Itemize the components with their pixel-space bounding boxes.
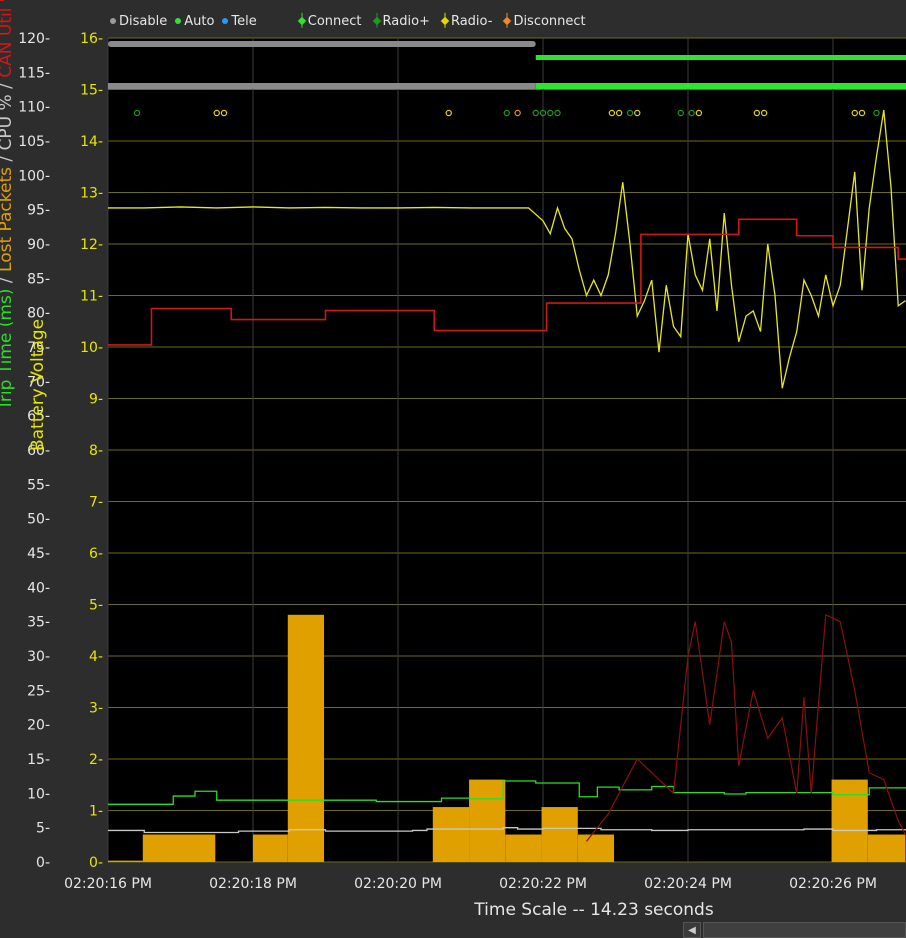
lost-packets-bar [287, 614, 325, 862]
y-right-tick-label: 4- [89, 649, 103, 665]
y-axis-left-title-segment: Lost Packets [0, 166, 16, 272]
connect-bar [535, 55, 906, 60]
x-tick-label: 02:20:26 PM [789, 876, 877, 892]
legend-auto[interactable]: Auto [175, 14, 214, 29]
y-left-tick-label: 20- [27, 718, 50, 734]
y-left-tick-label: 10- [27, 786, 50, 802]
y-axis-battery-title: Battery Voltage [28, 318, 48, 452]
y-left-tick-label: 110- [18, 100, 50, 116]
lost-packets-bar [469, 779, 506, 862]
disable-mode-bar [108, 83, 536, 89]
y-axis-left-title-segment: / [0, 272, 16, 289]
y-right-tick-label: 0- [89, 855, 103, 871]
enabled-mode-bar [535, 83, 906, 89]
tele-dot-icon [222, 18, 229, 24]
y-right-tick-label: 16- [80, 31, 103, 47]
y-left-tick-label: 115- [18, 65, 50, 81]
y-left-tick-label: 105- [18, 134, 50, 150]
y-right-tick-label: 15- [80, 83, 103, 99]
legend-tele[interactable]: Tele [222, 14, 257, 29]
y-left-tick-label: 95- [27, 203, 50, 219]
y-left-tick-label: 90- [27, 237, 50, 253]
horizontal-scrollbar[interactable] [703, 922, 906, 938]
x-tick-label: 02:20:22 PM [499, 876, 587, 892]
y-axis-left-title-segment: Trip Time (ms) [0, 288, 16, 410]
scroll-left-button[interactable]: ◀ [683, 922, 701, 938]
disable-mode-bar-top [108, 41, 536, 47]
y-left-tick-label: 85- [27, 271, 50, 287]
y-left-tick-label: 30- [27, 649, 50, 665]
y-left-tick-label: 120- [18, 31, 50, 47]
y-left-tick-label: 55- [27, 477, 50, 493]
y-right-tick-label: 11- [80, 289, 103, 305]
x-tick-label: 02:20:20 PM [354, 876, 442, 892]
chart-viewer: 0- 5- 10- 15- 20- 25- 30- 35- 40- 45- 50- 55- 60- 65-… [0, 0, 906, 938]
y-right-tick-label: 12- [80, 237, 103, 253]
lost-packets-bar [108, 860, 143, 862]
y-right-tick-label: 13- [80, 186, 103, 202]
y-left-tick-label: 100- [18, 168, 50, 184]
y-right-tick-label: 9- [89, 392, 103, 408]
x-axis: 02:20:16 PM 02:20:18 PM 02:20:20 PM 02:20:2… [64, 876, 877, 892]
disconnect-marker-icon [503, 16, 512, 26]
y-right-tick-label: 6- [89, 546, 103, 562]
y-right-tick-label: 10- [80, 340, 103, 356]
lost-packets-bar [831, 779, 868, 862]
y-axis-left-title-segment: CAN Util % [0, 0, 16, 78]
y-left-tick-label: 40- [27, 580, 50, 596]
y-axis-left-title: Trip Time (ms) / Lost Packets / CPU % / … [0, 0, 16, 410]
y-right-tick-label: 2- [89, 752, 103, 768]
y-right-tick-label: 14- [80, 134, 103, 150]
lost-packets-bar [867, 834, 906, 862]
y-left-tick-label: 50- [27, 512, 50, 528]
x-tick-label: 02:20:16 PM [64, 876, 152, 892]
x-tick-label: 02:20:24 PM [644, 876, 732, 892]
y-right-tick-label: 5- [89, 598, 103, 614]
y-left-tick-label: 0- [36, 855, 50, 871]
lost-packets-bar [505, 834, 542, 862]
radio-plus-marker-icon [372, 16, 381, 26]
legend-disconnect[interactable]: Disconnect [500, 14, 586, 29]
lost-packets-bar [253, 834, 288, 862]
y-left-tick-label: 15- [27, 752, 50, 768]
disable-dot-icon [110, 18, 116, 24]
y-left-tick-label: 35- [27, 615, 50, 631]
y-right-tick-label: 7- [89, 495, 103, 511]
x-axis-title: Time Scale -- 14.23 seconds [474, 900, 714, 920]
lost-packets-bar [541, 807, 578, 862]
chart-svg: 0-5-10-15-20-25-30-35-40-45-50-55-60-65-… [18, 31, 906, 892]
y-axis-left-title-segment: CPU % [0, 94, 16, 151]
lost-packets-bar [142, 834, 216, 862]
lost-packets-bar [432, 807, 470, 862]
y-left-tick-label: 45- [27, 546, 50, 562]
connect-marker-icon [297, 16, 307, 26]
y-axis-left-title-segment: / [0, 78, 16, 95]
y-left-tick-label: 5- [36, 821, 50, 837]
legend-radio-plus[interactable]: Radio+ [370, 14, 430, 29]
legend: Disable Auto Tele Connect Radio+ Radio- … [110, 12, 594, 30]
lost-packets-bar [577, 834, 615, 862]
x-tick-label: 02:20:18 PM [209, 876, 297, 892]
radio-minus-marker-icon [440, 16, 450, 26]
y-axis-left-title-segment: / [0, 150, 16, 167]
auto-dot-icon [175, 18, 182, 24]
legend-radio-minus[interactable]: Radio- [438, 14, 492, 29]
y-right-tick-label: 1- [89, 804, 103, 820]
y-axis-right: 0- 1- 2- 3- 4- 5- 6- 7- 8- 9- 10- 11- 12- 13- 14- 15- 16… [80, 31, 103, 871]
legend-disable[interactable]: Disable [110, 14, 167, 29]
legend-connect[interactable]: Connect [295, 14, 362, 29]
y-right-tick-label: 3- [89, 701, 103, 717]
y-left-tick-label: 25- [27, 683, 50, 699]
y-right-tick-label: 8- [89, 443, 103, 459]
